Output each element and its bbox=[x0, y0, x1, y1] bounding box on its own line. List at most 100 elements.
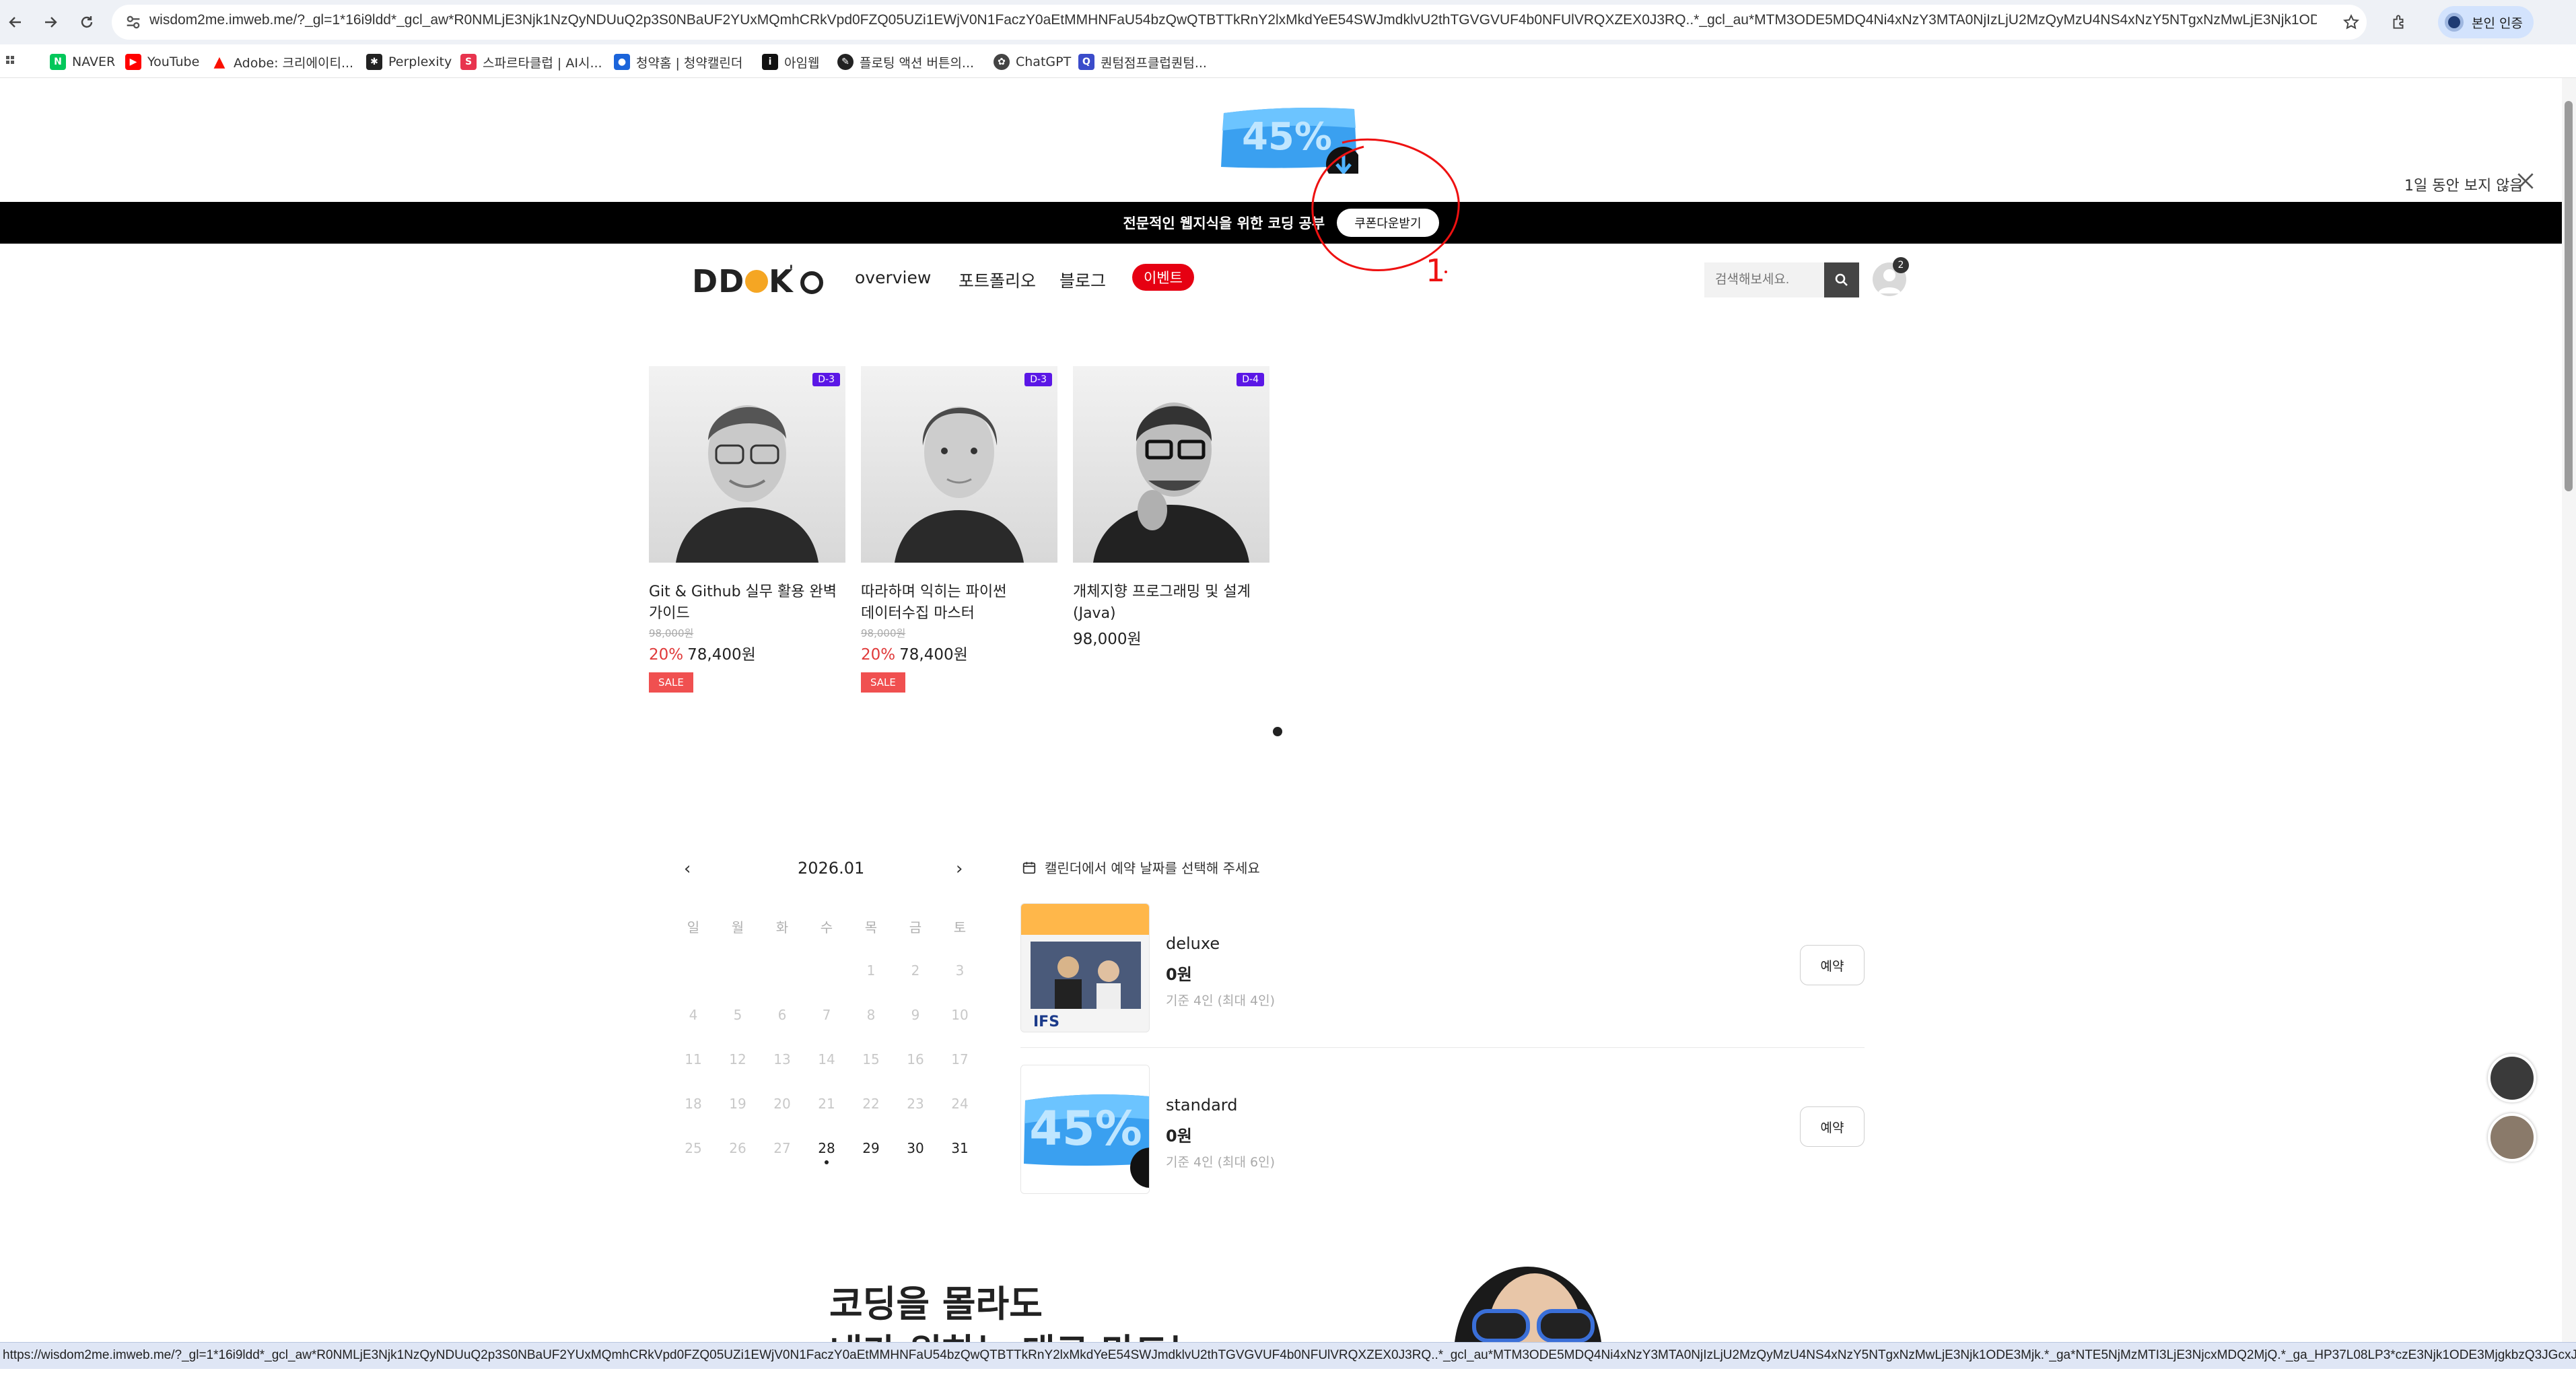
calendar-day: 7 bbox=[822, 1007, 831, 1023]
calendar-day: 11 bbox=[685, 1051, 702, 1067]
calendar-day[interactable]: 31 bbox=[946, 1140, 973, 1156]
product-price: 20% 78,400원 bbox=[649, 646, 756, 664]
bookmark-perplexity[interactable]: ✱ Perplexity bbox=[366, 52, 452, 71]
forward-arrow-icon bbox=[45, 17, 57, 28]
weekday-label: 토 bbox=[953, 919, 967, 935]
product-card[interactable]: D-4 개체지향 프로그래밍 및 설계 (Java) 98,000원 bbox=[1073, 366, 1269, 649]
product-card[interactable]: D-3 Git & Github 실무 활용 완벽 가이드 98,000원 20%… bbox=[649, 366, 845, 693]
apps-button[interactable] bbox=[4, 52, 20, 71]
product-title[interactable]: 개체지향 프로그래밍 및 설계 (Java) bbox=[1073, 581, 1269, 625]
product-image[interactable]: D-3 bbox=[861, 366, 1057, 563]
reload-button[interactable] bbox=[71, 7, 102, 38]
product-image[interactable]: D-4 bbox=[1073, 366, 1269, 563]
bookmark-quantum[interactable]: Q 퀀텀점프클럽퀀텀... bbox=[1078, 52, 1207, 71]
nav-event[interactable]: 이벤트 bbox=[1132, 264, 1194, 291]
site-header: DD K ' overview 포트폴리오 블로그 이벤트 2 bbox=[0, 244, 2562, 316]
room-capacity: 기준 4인 (최대 4인) bbox=[1166, 993, 1276, 1008]
original-price: 98,000원 bbox=[649, 627, 694, 639]
calendar-icon bbox=[1022, 861, 1036, 874]
room-photo: IFS bbox=[1021, 904, 1149, 1032]
svg-text:DD: DD bbox=[692, 263, 744, 297]
url-text[interactable]: wisdom2me.imweb.me/?_gl=1*16i9ldd*_gcl_a… bbox=[149, 12, 2317, 28]
chatgpt-icon: ✿ bbox=[994, 54, 1010, 70]
puzzle-icon bbox=[2393, 15, 2404, 29]
divider bbox=[1020, 1047, 1865, 1048]
room-item[interactable]: 45% standard 0원 기준 4인 (최대 6인) 예약 bbox=[1020, 1065, 1865, 1199]
floating-action-button[interactable] bbox=[2488, 1113, 2536, 1162]
room-photo: 45% bbox=[1021, 1065, 1149, 1193]
profile-button[interactable]: 본인 인증 bbox=[2438, 6, 2534, 38]
star-icon bbox=[2343, 13, 2359, 30]
close-icon[interactable] bbox=[2515, 170, 2536, 192]
hero-model-image bbox=[1455, 1267, 1601, 1342]
bookmark-floating[interactable]: ✎ 플로팅 액션 버튼의... bbox=[837, 52, 974, 71]
quantum-icon: Q bbox=[1078, 54, 1094, 70]
search-input[interactable] bbox=[1704, 262, 1824, 297]
room-thumbnail[interactable]: 45% bbox=[1020, 1065, 1150, 1194]
announcement-text: 전문적인 웹지식을 위한 코딩 공부 bbox=[1123, 215, 1325, 232]
calendar-day[interactable]: 29 bbox=[858, 1140, 884, 1156]
nav-portfolio[interactable]: 포트폴리오 bbox=[959, 268, 1036, 292]
room-thumbnail[interactable]: IFS bbox=[1020, 903, 1150, 1032]
calendar-day: 13 bbox=[773, 1051, 791, 1067]
weekday-label: 금 bbox=[909, 919, 922, 935]
next-month-button[interactable]: › bbox=[956, 859, 963, 879]
sparta-icon: S bbox=[460, 54, 477, 70]
search-button[interactable] bbox=[1824, 262, 1859, 297]
nav-blog[interactable]: 블로그 bbox=[1059, 268, 1106, 292]
product-image[interactable]: D-3 bbox=[649, 366, 845, 563]
bookmark-imweb[interactable]: i 아임웹 bbox=[762, 52, 819, 71]
room-name: deluxe bbox=[1166, 934, 1220, 953]
calendar-day: 12 bbox=[729, 1051, 746, 1067]
site-logo[interactable]: DD K ' bbox=[692, 261, 827, 305]
profile-avatar-icon bbox=[2445, 13, 2464, 32]
reserve-button[interactable]: 예약 bbox=[1800, 945, 1865, 985]
bookmark-applyhome[interactable]: ● 청약홈 | 청약캘린더 bbox=[614, 52, 742, 71]
status-url: https://wisdom2me.imweb.me/?_gl=1*16i9ld… bbox=[0, 1342, 2576, 1369]
bookmark-youtube[interactable]: ▶ YouTube bbox=[125, 52, 199, 71]
carousel-indicator[interactable] bbox=[1273, 727, 1282, 736]
reserve-button[interactable]: 예약 bbox=[1800, 1106, 1865, 1147]
svg-text:IFS: IFS bbox=[1033, 1014, 1059, 1030]
product-price: 20% 78,400원 bbox=[861, 646, 968, 664]
youtube-icon: ▶ bbox=[125, 54, 141, 70]
bookmark-naver[interactable]: N NAVER bbox=[50, 52, 115, 71]
calendar-day: 4 bbox=[689, 1007, 698, 1023]
calendar-day: 1 bbox=[866, 962, 876, 979]
floating-action-button[interactable] bbox=[2488, 1054, 2536, 1102]
room-capacity: 기준 4인 (최대 6인) bbox=[1166, 1155, 1276, 1170]
bookmark-sparta[interactable]: S 스파르타클럽 | AI시... bbox=[460, 52, 602, 71]
sale-badge: SALE bbox=[649, 672, 693, 693]
discount-rate: 20% bbox=[649, 646, 684, 664]
room-item[interactable]: IFS deluxe 0원 기준 4인 (최대 4인) 예약 bbox=[1020, 903, 1865, 1038]
forward-button[interactable] bbox=[35, 7, 66, 38]
calendar-day: 27 bbox=[773, 1140, 791, 1156]
calendar-day: 5 bbox=[733, 1007, 742, 1023]
calendar-day[interactable]: 30 bbox=[902, 1140, 929, 1156]
naver-icon: N bbox=[50, 54, 66, 70]
product-card[interactable]: D-3 따라하며 익히는 파이썬 데이터수집 마스터 98,000원 20% 78,… bbox=[861, 366, 1057, 693]
prev-month-button[interactable]: ‹ bbox=[684, 859, 691, 879]
bookmark-chatgpt[interactable]: ✿ ChatGPT bbox=[994, 52, 1071, 71]
calendar-day[interactable]: 28 bbox=[813, 1140, 840, 1156]
product-title[interactable]: Git & Github 실무 활용 완벽 가이드 bbox=[649, 581, 845, 625]
scrollbar-thumb[interactable] bbox=[2565, 101, 2573, 491]
hide-for-a-day-link[interactable]: 1일 동안 보지 않음 bbox=[2404, 174, 2523, 195]
room-price: 0원 bbox=[1166, 1127, 1192, 1145]
address-bar[interactable]: wisdom2me.imweb.me/?_gl=1*16i9ldd*_gcl_a… bbox=[112, 5, 2367, 40]
bookmark-star-button[interactable] bbox=[2336, 7, 2367, 38]
nav-overview[interactable]: overview bbox=[855, 268, 931, 287]
imweb-icon: i bbox=[762, 54, 778, 70]
browser-toolbar: wisdom2me.imweb.me/?_gl=1*16i9ldd*_gcl_a… bbox=[0, 0, 2576, 44]
instructor-photo bbox=[1093, 402, 1249, 563]
site-info-icon[interactable] bbox=[124, 13, 143, 32]
bookmark-adobe[interactable]: ▲ Adobe: 크리에이티... bbox=[211, 52, 354, 71]
extensions-button[interactable] bbox=[2383, 7, 2414, 38]
ddoko-logo-icon: DD K ' bbox=[692, 263, 823, 299]
back-button[interactable] bbox=[0, 7, 31, 38]
reload-icon bbox=[81, 16, 93, 28]
instructor-photo bbox=[895, 407, 1024, 563]
calendar-day: 24 bbox=[951, 1096, 969, 1112]
product-title[interactable]: 따라하며 익히는 파이썬 데이터수집 마스터 bbox=[861, 581, 1057, 625]
today-marker bbox=[825, 1160, 829, 1164]
